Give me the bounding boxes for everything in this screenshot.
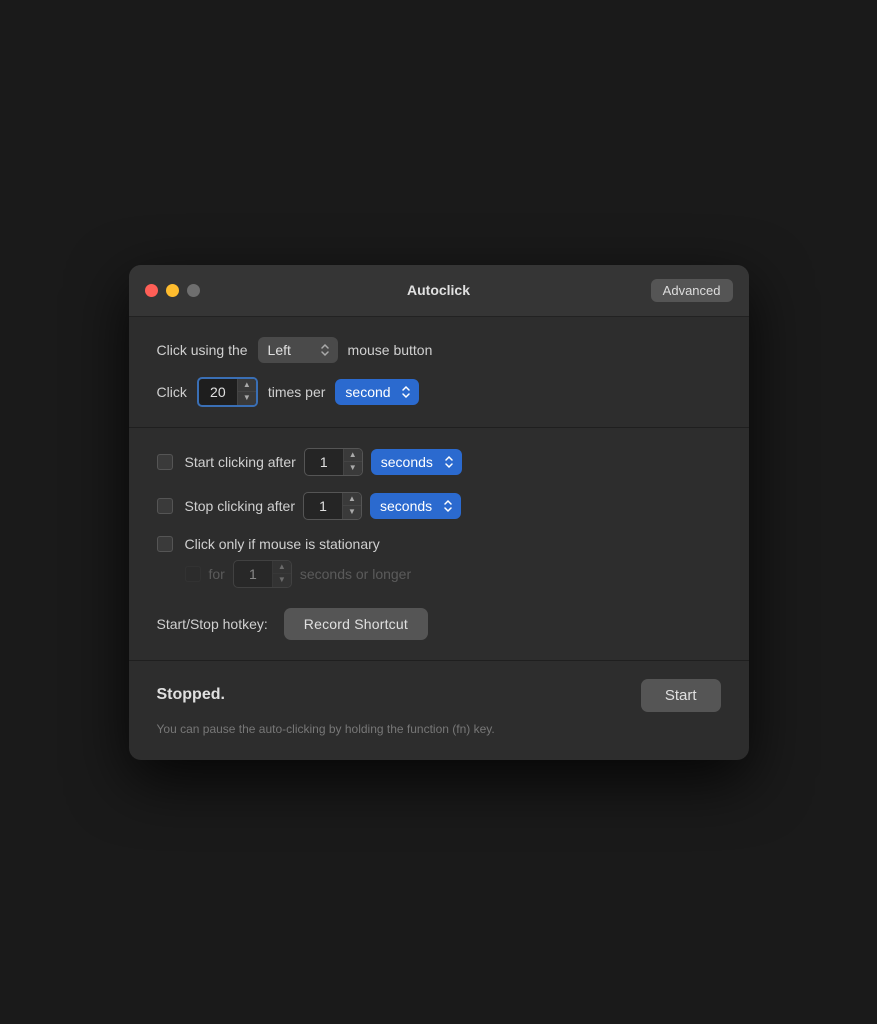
stationary-row: Click only if mouse is stationary: [157, 536, 721, 552]
record-shortcut-button[interactable]: Record Shortcut: [284, 608, 428, 640]
start-after-unit-select[interactable]: seconds minutes: [371, 449, 462, 475]
window-title: Autoclick: [407, 282, 470, 298]
status-text: Stopped.: [157, 686, 225, 704]
mouse-button-suffix: mouse button: [348, 342, 433, 358]
start-clicking-row: Start clicking after ▲ ▼ seconds minutes: [157, 448, 721, 476]
stationary-sub-row: for ▲ ▼ seconds or longer: [185, 560, 721, 588]
stop-after-spinner: ▲ ▼: [342, 493, 361, 519]
stationary-value-wrapper: ▲ ▼: [233, 560, 292, 588]
start-button[interactable]: Start: [641, 679, 721, 712]
stationary-checkbox[interactable]: [157, 536, 173, 552]
stop-clicking-label: Stop clicking after: [185, 498, 296, 514]
minimize-button[interactable]: [166, 284, 179, 297]
stationary-down[interactable]: ▼: [273, 574, 291, 587]
hotkey-label: Start/Stop hotkey:: [157, 616, 268, 632]
click-using-label: Click using the: [157, 342, 248, 358]
status-row: Stopped. Start: [157, 679, 721, 712]
click-rate-spinner: ▲ ▼: [237, 379, 256, 405]
hotkey-row: Start/Stop hotkey: Record Shortcut: [157, 608, 721, 640]
hint-text: You can pause the auto-clicking by holdi…: [157, 720, 721, 738]
click-rate-row: Click 20 ▲ ▼ times per second minute: [157, 377, 721, 407]
app-window: Autoclick Advanced Click using the Left …: [129, 265, 749, 760]
timing-section: Start clicking after ▲ ▼ seconds minutes…: [129, 428, 749, 661]
rate-unit-select[interactable]: second minute: [335, 379, 419, 405]
stop-after-input[interactable]: [304, 494, 342, 518]
click-rate-middle: times per: [268, 384, 326, 400]
start-clicking-inline: Start clicking after ▲ ▼ seconds minutes: [185, 448, 462, 476]
stationary-for-label: for: [209, 566, 225, 582]
stationary-up[interactable]: ▲: [273, 561, 291, 574]
click-rate-input-wrapper: 20 ▲ ▼: [197, 377, 258, 407]
traffic-lights: [145, 284, 200, 297]
stationary-label: Click only if mouse is stationary: [185, 536, 380, 552]
footer-section: Stopped. Start You can pause the auto-cl…: [129, 661, 749, 760]
stop-clicking-row: Stop clicking after ▲ ▼ seconds minutes: [157, 492, 721, 520]
click-settings-section: Click using the Left Right Middle mouse …: [129, 317, 749, 428]
stationary-block: Click only if mouse is stationary for ▲ …: [157, 536, 721, 588]
click-rate-prefix: Click: [157, 384, 187, 400]
click-rate-up[interactable]: ▲: [238, 379, 256, 392]
stationary-value-input[interactable]: [234, 562, 272, 586]
advanced-button[interactable]: Advanced: [651, 279, 733, 302]
titlebar: Autoclick Advanced: [129, 265, 749, 317]
stop-after-input-wrapper: ▲ ▼: [303, 492, 362, 520]
start-after-down[interactable]: ▼: [344, 462, 362, 475]
stationary-suffix: seconds or longer: [300, 566, 411, 582]
start-clicking-checkbox[interactable]: [157, 454, 173, 470]
stop-after-up[interactable]: ▲: [343, 493, 361, 506]
stop-clicking-checkbox[interactable]: [157, 498, 173, 514]
start-after-spinner: ▲ ▼: [343, 449, 362, 475]
start-clicking-label: Start clicking after: [185, 454, 296, 470]
start-after-input-wrapper: ▲ ▼: [304, 448, 363, 476]
stationary-spinner: ▲ ▼: [272, 561, 291, 587]
mouse-button-select[interactable]: Left Right Middle: [258, 337, 338, 363]
stop-after-down[interactable]: ▼: [343, 506, 361, 519]
close-button[interactable]: [145, 284, 158, 297]
click-rate-input[interactable]: 20: [199, 380, 237, 404]
mouse-button-row: Click using the Left Right Middle mouse …: [157, 337, 721, 363]
click-rate-down[interactable]: ▼: [238, 392, 256, 405]
stop-after-unit-select[interactable]: seconds minutes: [370, 493, 461, 519]
stop-clicking-inline: Stop clicking after ▲ ▼ seconds minutes: [185, 492, 462, 520]
start-after-input[interactable]: [305, 450, 343, 474]
start-after-up[interactable]: ▲: [344, 449, 362, 462]
maximize-button[interactable]: [187, 284, 200, 297]
stationary-sub-checkbox[interactable]: [185, 566, 201, 582]
